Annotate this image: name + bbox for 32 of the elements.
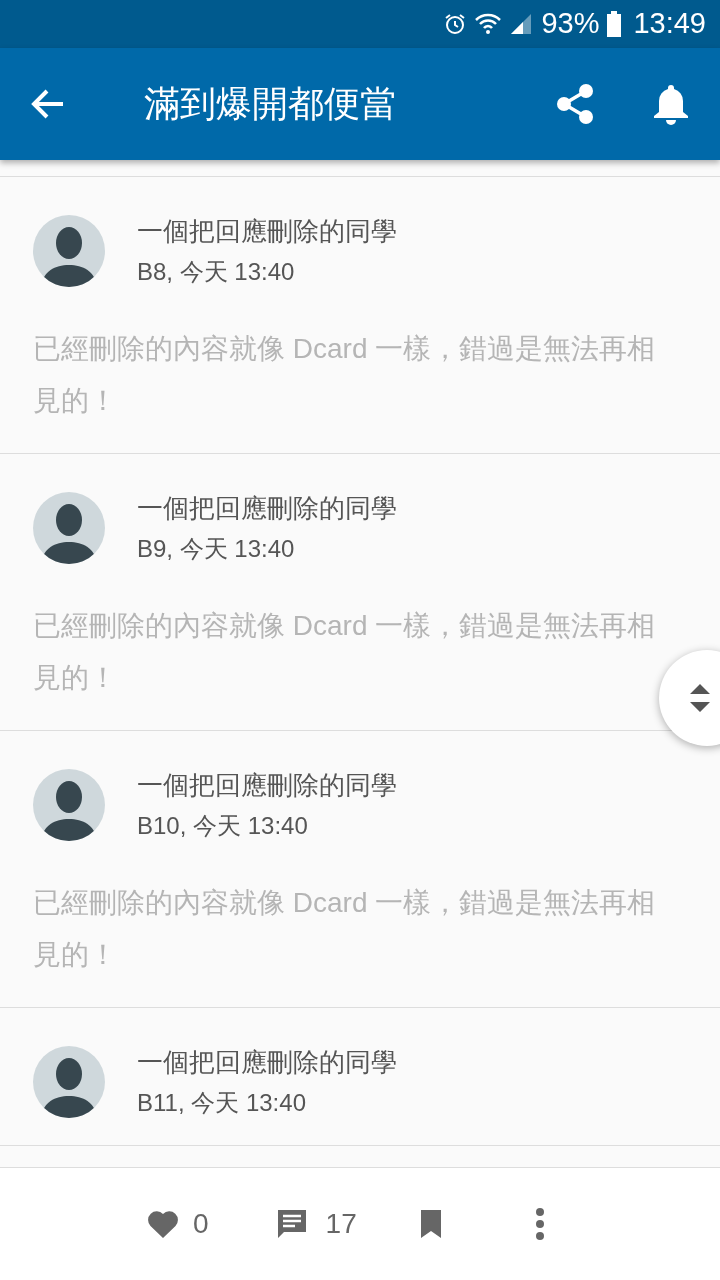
battery-percent: 93%	[541, 6, 600, 42]
author-name: 一個把回應刪除的同學	[137, 492, 397, 525]
wifi-icon	[475, 12, 502, 36]
clock: 13:49	[633, 6, 706, 42]
page-title: 滿到爆開都便當	[144, 82, 397, 126]
comment-icon	[275, 1208, 308, 1240]
signal-icon	[509, 12, 534, 36]
post-body: 已經刪除的內容就像 Dcard 一樣，錯過是無法再相見的！	[33, 609, 657, 695]
post-meta: B11, 今天 13:40	[137, 1088, 307, 1118]
avatar-icon	[33, 1046, 105, 1118]
comment-button[interactable]: 17	[275, 1203, 357, 1245]
post-body: 已經刪除的內容就像 Dcard 一樣，錯過是無法再相見的！	[33, 886, 657, 972]
avatar-icon	[33, 492, 105, 564]
avatar-icon	[33, 215, 105, 287]
post-body: 已經刪除的內容就像 Dcard 一樣，錯過是無法再相見的！	[33, 332, 657, 418]
more-button[interactable]	[534, 1207, 545, 1241]
heart-icon	[147, 1209, 179, 1239]
post-meta: B8, 今天 13:40	[137, 257, 296, 287]
avatar-icon	[33, 769, 105, 841]
back-arrow-icon	[31, 88, 65, 120]
author-name: 一個把回應刪除的同學	[137, 769, 397, 802]
battery-icon	[607, 11, 622, 37]
more-icon	[534, 1207, 545, 1241]
bookmark-button[interactable]	[418, 1209, 443, 1239]
post-meta: B9, 今天 13:40	[137, 534, 296, 564]
post-meta: B10, 今天 13:40	[137, 811, 309, 841]
share-icon	[555, 83, 595, 125]
bell-icon	[652, 83, 690, 125]
like-button[interactable]: 0	[147, 1203, 209, 1245]
author-name: 一個把回應刪除的同學	[137, 1046, 397, 1079]
bookmark-icon	[418, 1209, 443, 1239]
author-name: 一個把回應刪除的同學	[137, 215, 397, 248]
